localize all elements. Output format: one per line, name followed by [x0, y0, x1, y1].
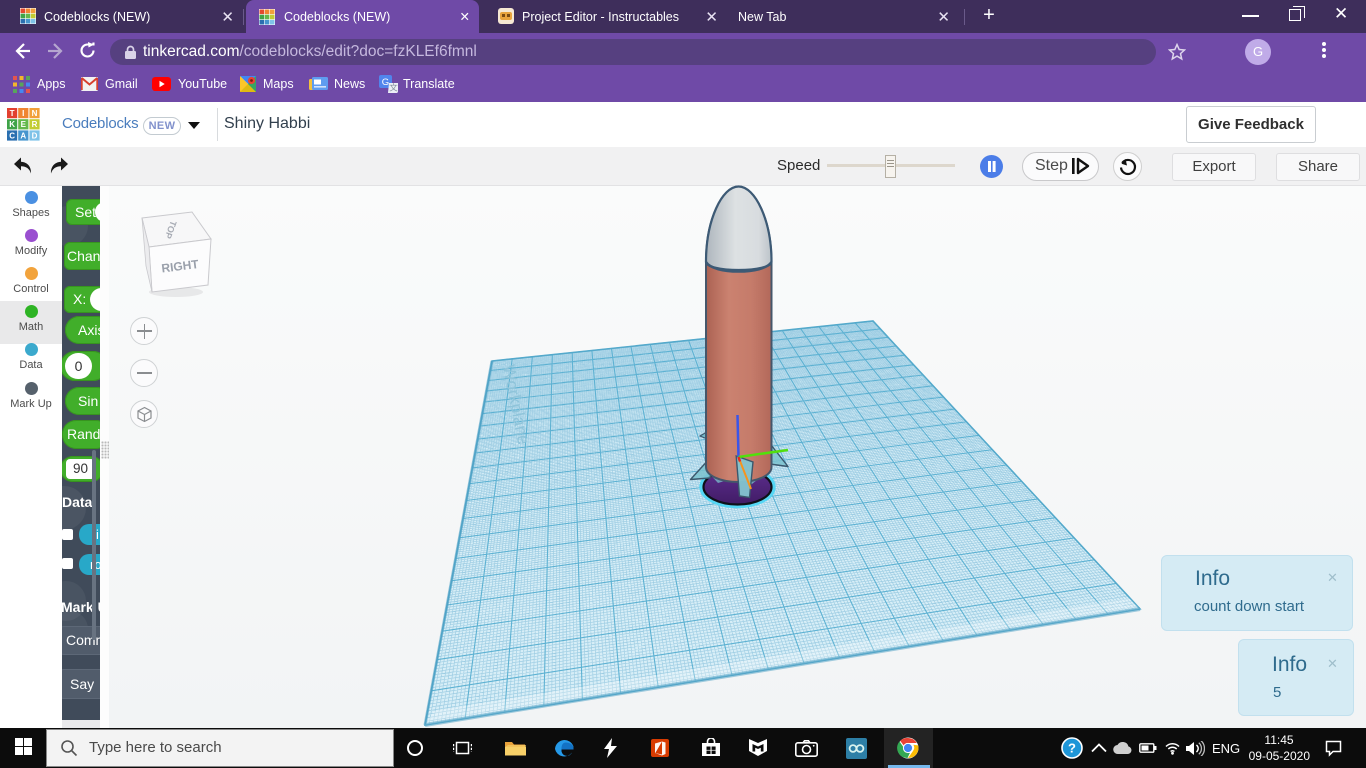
svg-text:?: ? — [1068, 741, 1076, 756]
